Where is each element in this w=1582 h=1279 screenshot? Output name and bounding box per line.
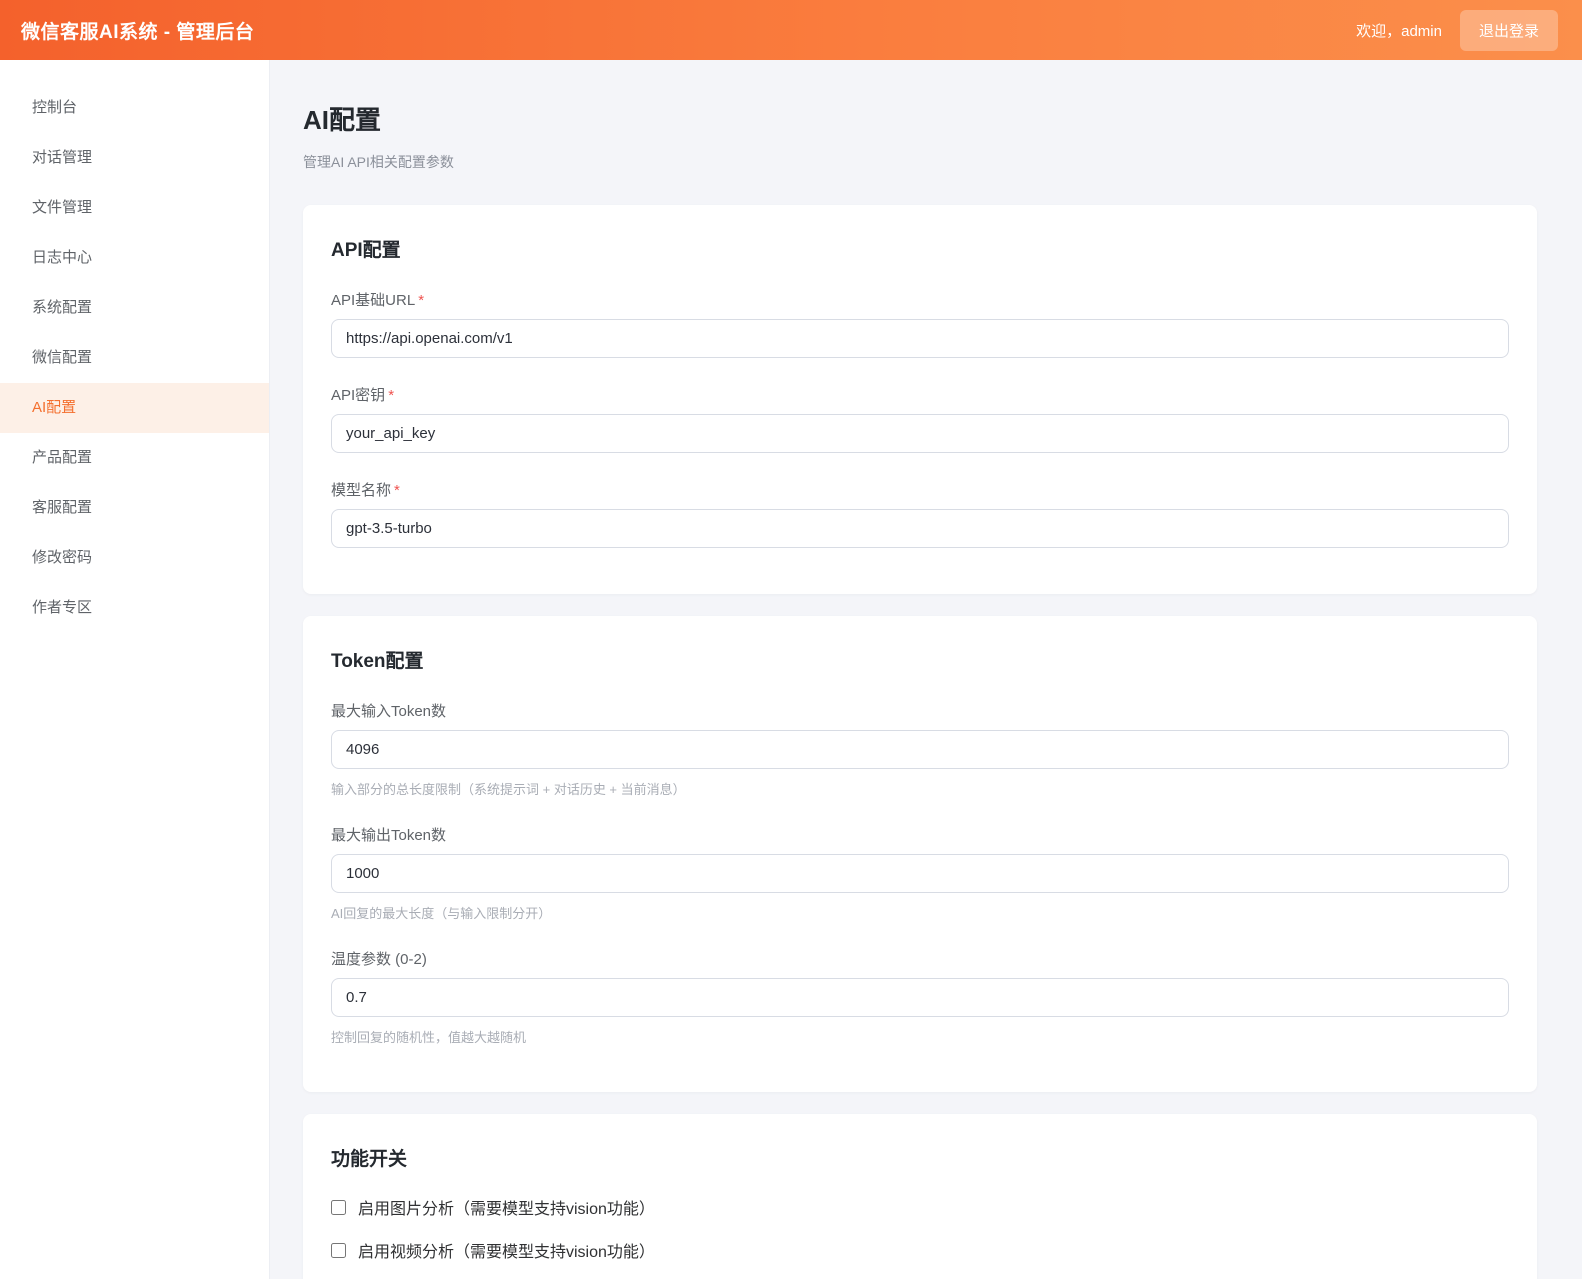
max-output-tokens-help: AI回复的最大长度（与输入限制分开） — [331, 903, 1509, 922]
app-header: 微信客服AI系统 - 管理后台 欢迎，admin 退出登录 — [0, 0, 1582, 60]
api-config-card-title: API配置 — [331, 235, 1509, 262]
sidebar-item-wechat-config[interactable]: 微信配置 — [0, 333, 269, 383]
main-content: AI配置 管理AI API相关配置参数 API配置 API基础URL* API密… — [270, 60, 1582, 1279]
model-name-label-text: 模型名称 — [331, 482, 391, 499]
welcome-text: 欢迎，admin — [1356, 20, 1442, 41]
layout: 控制台 对话管理 文件管理 日志中心 系统配置 微信配置 AI配置 产品配置 客… — [0, 60, 1582, 1279]
enable-video-analysis-checkbox[interactable] — [331, 1243, 346, 1258]
required-asterisk: * — [418, 292, 424, 309]
model-name-field: 模型名称* — [331, 479, 1509, 548]
temperature-help: 控制回复的随机性，值越大越随机 — [331, 1027, 1509, 1046]
sidebar-item-logs[interactable]: 日志中心 — [0, 233, 269, 283]
api-key-label-text: API密钥 — [331, 387, 385, 404]
api-base-url-input[interactable] — [331, 319, 1509, 358]
sidebar-item-ai-config[interactable]: AI配置 — [0, 383, 269, 433]
page-title: AI配置 — [303, 100, 1537, 137]
api-base-url-label-text: API基础URL — [331, 292, 415, 309]
api-key-label: API密钥* — [331, 384, 1509, 405]
enable-image-analysis-checkbox[interactable] — [331, 1200, 346, 1215]
sidebar-item-dashboard[interactable]: 控制台 — [0, 83, 269, 133]
max-input-tokens-field: 最大输入Token数 输入部分的总长度限制（系统提示词 + 对话历史 + 当前消… — [331, 700, 1509, 798]
max-input-tokens-help: 输入部分的总长度限制（系统提示词 + 对话历史 + 当前消息） — [331, 779, 1509, 798]
page-subtitle: 管理AI API相关配置参数 — [303, 152, 1537, 172]
max-input-tokens-input[interactable] — [331, 730, 1509, 769]
required-asterisk: * — [388, 387, 394, 404]
api-key-field: API密钥* — [331, 384, 1509, 453]
sidebar-item-author-zone[interactable]: 作者专区 — [0, 583, 269, 633]
app-title: 微信客服AI系统 - 管理后台 — [21, 17, 254, 44]
enable-image-analysis-label: 启用图片分析（需要模型支持vision功能） — [358, 1195, 655, 1219]
api-base-url-field: API基础URL* — [331, 289, 1509, 358]
temperature-input[interactable] — [331, 978, 1509, 1017]
token-config-card-title: Token配置 — [331, 646, 1509, 673]
sidebar-item-system-config[interactable]: 系统配置 — [0, 283, 269, 333]
header-right: 欢迎，admin 退出登录 — [1356, 10, 1558, 51]
feature-switches-card: 功能开关 启用图片分析（需要模型支持vision功能） 启用视频分析（需要模型支… — [303, 1114, 1537, 1279]
enable-image-analysis-row[interactable]: 启用图片分析（需要模型支持vision功能） — [331, 1195, 1509, 1219]
temperature-field: 温度参数 (0-2) 控制回复的随机性，值越大越随机 — [331, 948, 1509, 1046]
feature-switches-card-title: 功能开关 — [331, 1144, 1509, 1171]
enable-video-analysis-row[interactable]: 启用视频分析（需要模型支持vision功能） — [331, 1238, 1509, 1262]
sidebar-item-service-config[interactable]: 客服配置 — [0, 483, 269, 533]
api-base-url-label: API基础URL* — [331, 289, 1509, 310]
model-name-input[interactable] — [331, 509, 1509, 548]
max-output-tokens-field: 最大输出Token数 AI回复的最大长度（与输入限制分开） — [331, 824, 1509, 922]
logout-button[interactable]: 退出登录 — [1460, 10, 1558, 51]
sidebar-item-files[interactable]: 文件管理 — [0, 183, 269, 233]
required-asterisk: * — [394, 482, 400, 499]
sidebar-item-conversations[interactable]: 对话管理 — [0, 133, 269, 183]
api-config-card: API配置 API基础URL* API密钥* 模型名称* — [303, 205, 1537, 594]
max-output-tokens-label: 最大输出Token数 — [331, 824, 1509, 845]
model-name-label: 模型名称* — [331, 479, 1509, 500]
sidebar: 控制台 对话管理 文件管理 日志中心 系统配置 微信配置 AI配置 产品配置 客… — [0, 60, 270, 1279]
temperature-label: 温度参数 (0-2) — [331, 948, 1509, 969]
sidebar-item-product-config[interactable]: 产品配置 — [0, 433, 269, 483]
sidebar-item-change-password[interactable]: 修改密码 — [0, 533, 269, 583]
token-config-card: Token配置 最大输入Token数 输入部分的总长度限制（系统提示词 + 对话… — [303, 616, 1537, 1092]
max-input-tokens-label: 最大输入Token数 — [331, 700, 1509, 721]
api-key-input[interactable] — [331, 414, 1509, 453]
enable-video-analysis-label: 启用视频分析（需要模型支持vision功能） — [358, 1238, 655, 1262]
max-output-tokens-input[interactable] — [331, 854, 1509, 893]
